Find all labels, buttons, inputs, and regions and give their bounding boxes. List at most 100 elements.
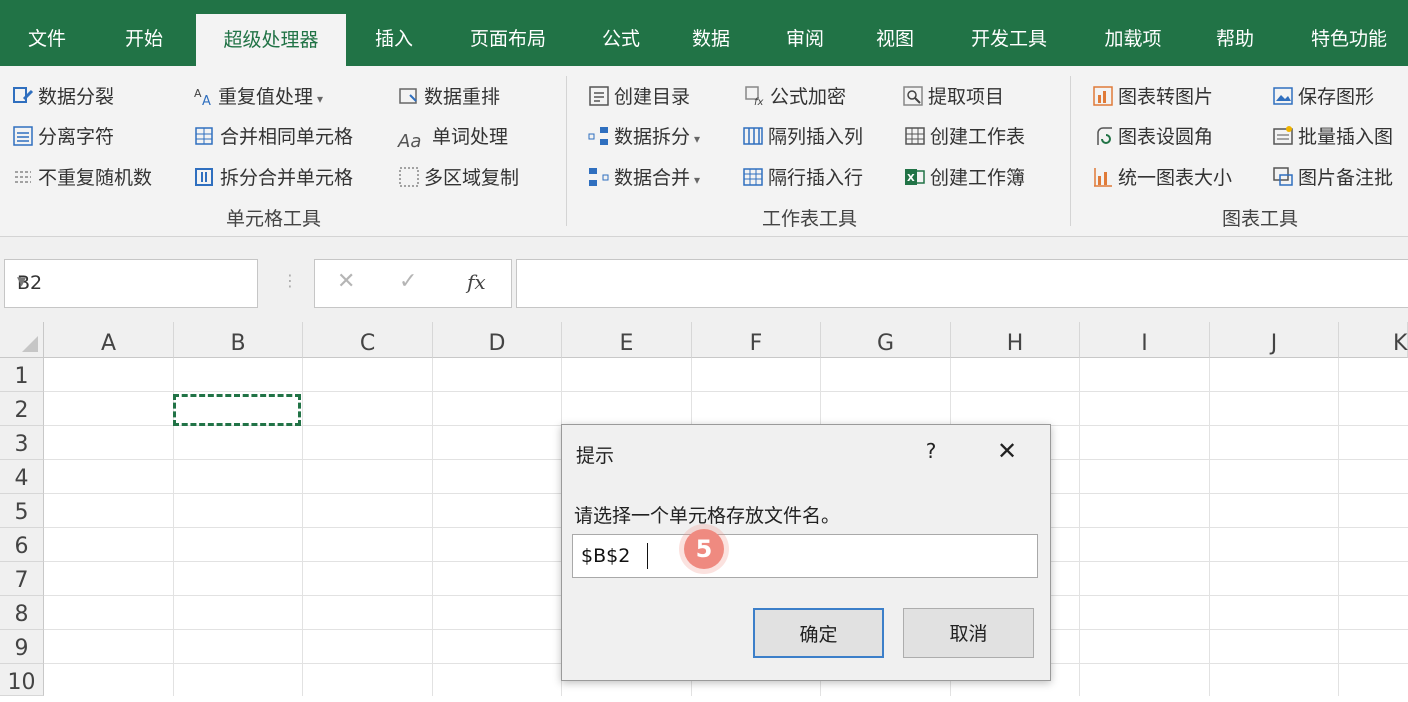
extract-items-button[interactable]: 提取项目 bbox=[902, 82, 1004, 112]
tab-addins[interactable]: 加载项 bbox=[1086, 0, 1180, 66]
row-header-8[interactable]: 8 bbox=[0, 596, 44, 630]
insert-alt-columns-button[interactable]: 隔列插入列 bbox=[742, 122, 863, 152]
group-separator bbox=[566, 76, 567, 226]
multi-copy-icon bbox=[399, 166, 419, 187]
tab-file[interactable]: 文件 bbox=[4, 0, 90, 66]
duplicate-icon: AA bbox=[194, 87, 211, 107]
tab-home[interactable]: 开始 bbox=[104, 0, 184, 66]
row-header-2[interactable]: 2 bbox=[0, 392, 44, 426]
row-header-6[interactable]: 6 bbox=[0, 528, 44, 562]
select-all-corner[interactable] bbox=[0, 322, 44, 358]
insert-image-icon bbox=[1273, 125, 1293, 145]
close-icon[interactable]: ✕ bbox=[990, 435, 1024, 467]
data-split-sheets-button[interactable]: 数据拆分 ▾ bbox=[588, 122, 700, 152]
chevron-down-icon[interactable]: ▼ bbox=[17, 274, 245, 288]
column-header-c[interactable]: C bbox=[303, 322, 433, 358]
row-header-9[interactable]: 9 bbox=[0, 630, 44, 664]
svg-text:A: A bbox=[194, 87, 202, 100]
column-header-i[interactable]: I bbox=[1080, 322, 1210, 358]
ok-button[interactable]: 确定 bbox=[753, 608, 884, 658]
data-split-icon bbox=[13, 86, 34, 103]
sheet-tools-group-label: 工作表工具 bbox=[762, 208, 858, 230]
formula-bar: B2 ▼ ⋮ ✕ ✓ fx bbox=[0, 237, 1408, 322]
tab-developer[interactable]: 开发工具 bbox=[950, 0, 1068, 66]
row-header-7[interactable]: 7 bbox=[0, 562, 44, 596]
tab-view[interactable]: 视图 bbox=[858, 0, 932, 66]
name-box[interactable]: B2 ▼ bbox=[4, 259, 258, 308]
duplicate-values-button[interactable]: A A 重复值处理 ▾ bbox=[192, 82, 323, 112]
column-header-a[interactable]: A bbox=[44, 322, 174, 358]
tab-review[interactable]: 审阅 bbox=[768, 0, 842, 66]
save-shape-button[interactable]: 保存图形 bbox=[1272, 82, 1374, 112]
sheet-icon bbox=[905, 126, 925, 145]
row-header-4[interactable]: 4 bbox=[0, 460, 44, 494]
rearrange-icon bbox=[399, 87, 417, 104]
tab-formulas[interactable]: 公式 bbox=[584, 0, 658, 66]
bar-chart-icon bbox=[1093, 85, 1113, 106]
enter-icon[interactable]: ✓ bbox=[399, 269, 417, 294]
chart-to-image-button[interactable]: 图表转图片 bbox=[1092, 82, 1213, 112]
chevron-down-icon: ▾ bbox=[694, 132, 701, 146]
help-icon[interactable]: ? bbox=[916, 435, 946, 467]
chevron-down-icon: ▾ bbox=[317, 92, 324, 106]
function-icon[interactable]: fx bbox=[467, 270, 486, 294]
cell-tools-group-label: 单元格工具 bbox=[226, 208, 322, 230]
data-rearrange-button[interactable]: 数据重排 bbox=[398, 82, 500, 112]
data-merge-icon bbox=[589, 167, 609, 186]
column-header-g[interactable]: G bbox=[821, 322, 951, 358]
tab-super-processor[interactable]: 超级处理器 bbox=[196, 14, 346, 66]
image-comment-button[interactable]: 图片备注批 bbox=[1272, 163, 1393, 193]
merge-cells-icon bbox=[195, 126, 213, 145]
corner-triangle-icon bbox=[22, 336, 38, 352]
svg-text:X: X bbox=[907, 173, 915, 184]
tab-data[interactable]: 数据 bbox=[674, 0, 748, 66]
unique-random-button[interactable]: 不重复随机数 bbox=[12, 163, 152, 193]
cell-b2-selection-marquee[interactable] bbox=[173, 394, 301, 426]
column-header-j[interactable]: J bbox=[1210, 322, 1339, 358]
column-header-f[interactable]: F bbox=[692, 322, 821, 358]
data-merge-button[interactable]: 数据合并 ▾ bbox=[588, 163, 700, 193]
insert-alt-rows-button[interactable]: 隔行插入行 bbox=[742, 163, 863, 193]
unify-chart-size-button[interactable]: 统一图表大小 bbox=[1092, 163, 1232, 193]
word-icon: Aa bbox=[398, 130, 422, 152]
create-workbook-button[interactable]: X 创建工作簿 bbox=[904, 163, 1025, 193]
tab-insert[interactable]: 插入 bbox=[356, 0, 432, 66]
column-header-d[interactable]: D bbox=[433, 322, 562, 358]
tab-page-layout[interactable]: 页面布局 bbox=[448, 0, 568, 66]
cancel-button[interactable]: 取消 bbox=[903, 608, 1034, 658]
chart-round-corners-button[interactable]: 图表设圆角 bbox=[1092, 122, 1213, 152]
chart-size-icon bbox=[1094, 167, 1112, 187]
separate-chars-button[interactable]: 分离字符 bbox=[12, 122, 114, 152]
cancel-icon[interactable]: ✕ bbox=[337, 269, 355, 294]
column-header-h[interactable]: H bbox=[951, 322, 1080, 358]
chevron-down-icon: ▾ bbox=[694, 173, 701, 187]
row-header-10[interactable]: 10 bbox=[0, 664, 44, 696]
svg-text:fx: fx bbox=[754, 97, 764, 107]
batch-insert-image-button[interactable]: 批量插入图 bbox=[1272, 122, 1393, 152]
tab-special-features[interactable]: 特色功能 bbox=[1290, 0, 1408, 66]
create-toc-button[interactable]: 创建目录 bbox=[588, 82, 690, 112]
word-processing-button[interactable]: Aa 单词处理 bbox=[398, 122, 508, 152]
dialog-title: 提示 bbox=[576, 445, 615, 467]
row-header-1[interactable]: 1 bbox=[0, 358, 44, 392]
split-merged-cells-button[interactable]: 拆分合并单元格 bbox=[194, 163, 353, 193]
multi-range-copy-button[interactable]: 多区域复制 bbox=[398, 163, 519, 193]
merge-same-cells-button[interactable]: 合并相同单元格 bbox=[194, 122, 353, 152]
column-header-e[interactable]: E bbox=[562, 322, 692, 358]
chart-tools-group-label: 图表工具 bbox=[1222, 208, 1299, 230]
data-split-button[interactable]: 数据分裂 bbox=[12, 82, 114, 112]
formula-encrypt-button[interactable]: fx 公式加密 bbox=[744, 82, 846, 112]
tab-help[interactable]: 帮助 bbox=[1198, 0, 1272, 66]
create-sheets-button[interactable]: 创建工作表 bbox=[904, 122, 1025, 152]
split-cells-icon bbox=[195, 167, 213, 186]
column-header-k[interactable]: K bbox=[1339, 322, 1408, 358]
cell-reference-input[interactable]: $B$2 bbox=[572, 534, 1038, 578]
row-header-3[interactable]: 3 bbox=[0, 426, 44, 460]
row-header-5[interactable]: 5 bbox=[0, 494, 44, 528]
prompt-dialog: 提示 ? ✕ 请选择一个单元格存放文件名。 $B$2 确定 取消 bbox=[561, 424, 1051, 681]
column-header-b[interactable]: B bbox=[174, 322, 303, 358]
image-icon bbox=[1273, 86, 1293, 105]
insert-rows-icon bbox=[743, 167, 763, 186]
formula-input[interactable] bbox=[516, 259, 1408, 308]
splitter-dots-icon[interactable]: ⋮ bbox=[282, 271, 298, 290]
